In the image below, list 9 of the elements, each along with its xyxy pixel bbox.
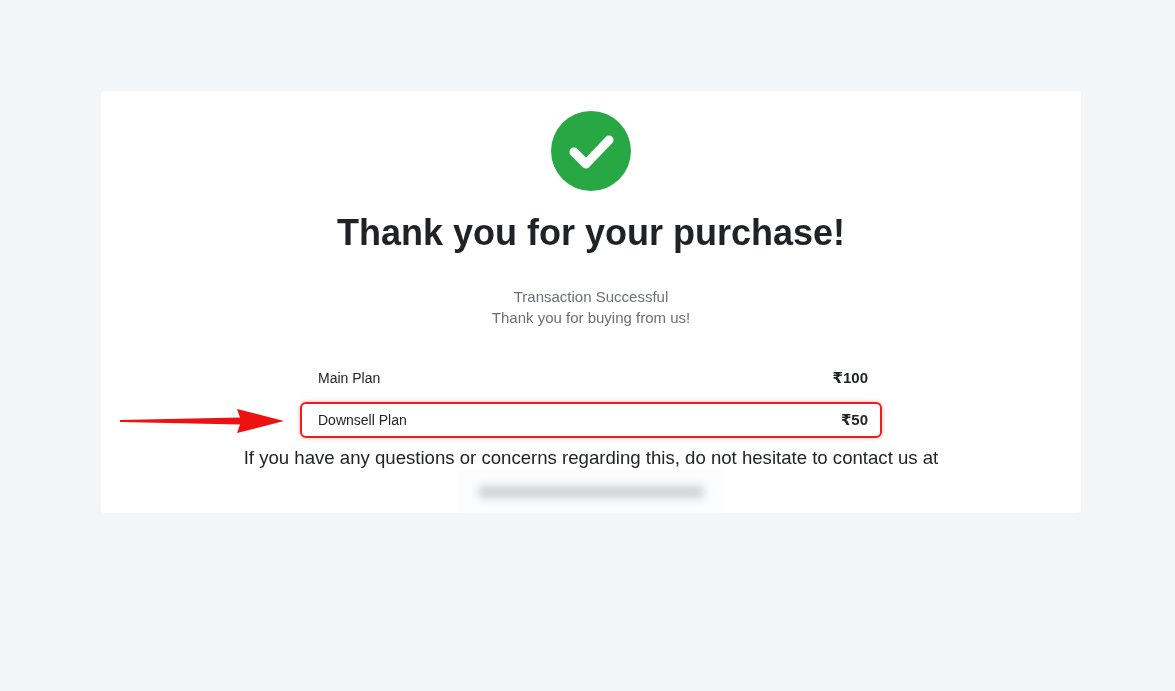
- plan-name: Downsell Plan: [318, 412, 407, 428]
- status-text: Transaction Successful: [513, 287, 669, 307]
- page-heading: Thank you for your purchase!: [336, 211, 846, 255]
- plan-price: ₹50: [840, 411, 868, 429]
- contact-text: If you have any questions or concerns regarding this, do not hesitate to contact us at: [243, 446, 939, 470]
- check-icon: [551, 111, 631, 191]
- status-text: Thank you for buying from us!: [491, 308, 691, 328]
- plan-price: ₹100: [832, 369, 868, 387]
- plan-name: Main Plan: [318, 370, 381, 386]
